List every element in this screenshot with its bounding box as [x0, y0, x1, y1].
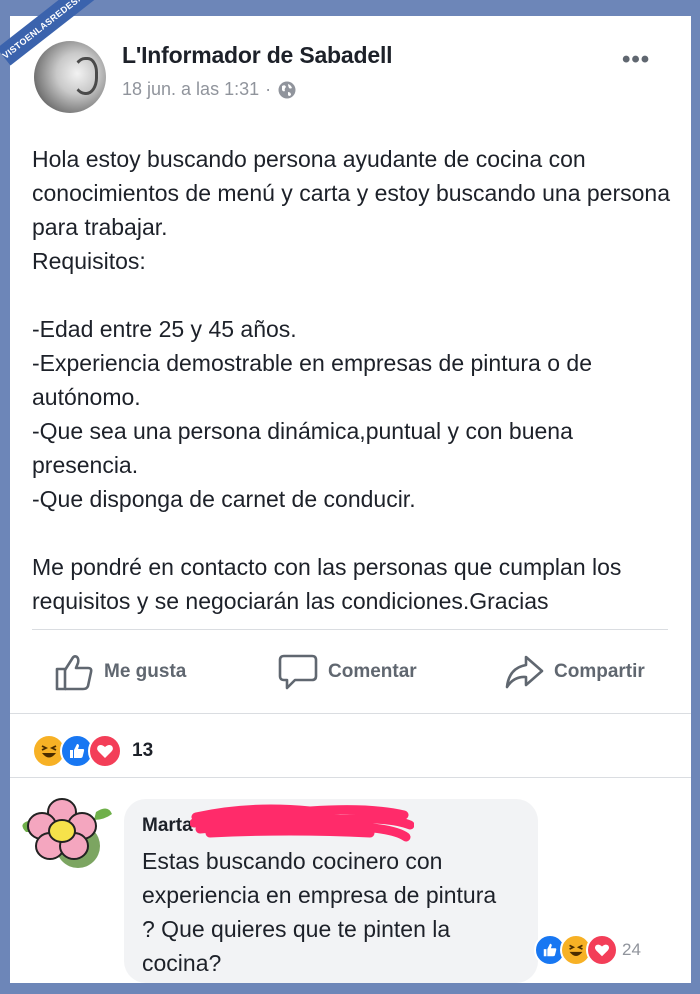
divider: [10, 777, 691, 778]
reaction-summary[interactable]: 13: [32, 734, 153, 768]
post-line: -Que disponga de carnet de conducir.: [32, 486, 416, 512]
like-button-label: Me gusta: [104, 661, 187, 682]
post-line-blank: [32, 278, 682, 312]
page-name[interactable]: L'Informador de Sabadell: [122, 42, 393, 69]
comment-text: Estas buscando cocinero con experiencia …: [142, 848, 497, 976]
post-meta: 18 jun. a las 1:31 ·: [122, 79, 297, 100]
comment-reaction-count: 24: [622, 940, 641, 959]
post-line: -Que sea una persona dinámica,puntual y …: [32, 418, 573, 478]
love-icon: [586, 934, 618, 966]
post-line: Me pondré en contacto con las personas q…: [32, 554, 622, 614]
comment-bubble-icon: [278, 654, 318, 690]
comment-author[interactable]: Marta: [142, 815, 193, 837]
comment-bubble: Marta Estas buscando cocinero con experi…: [124, 799, 538, 983]
comment-button-label: Comentar: [328, 661, 417, 682]
comment-button[interactable]: Comentar: [278, 646, 417, 698]
share-button-label: Compartir: [554, 661, 645, 682]
post-line-blank: [32, 516, 682, 550]
flower-avatar[interactable]: [16, 794, 112, 872]
post-body: Hola estoy buscando persona ayudante de …: [32, 142, 682, 618]
divider: [32, 629, 668, 630]
share-button[interactable]: Compartir: [504, 646, 645, 698]
post-line: Hola estoy buscando persona ayudante de …: [32, 146, 670, 240]
action-bar: Me gusta Comentar Compartir: [10, 646, 691, 702]
more-options-icon[interactable]: •••: [622, 46, 650, 74]
love-icon: [88, 734, 122, 768]
post-line: -Experiencia demostrable en empresas de …: [32, 350, 592, 410]
post-line: -Edad entre 25 y 45 años.: [32, 316, 297, 342]
thumbs-up-icon: [55, 655, 93, 691]
avatar-ear-graphic: [72, 57, 98, 95]
like-button[interactable]: Me gusta: [54, 646, 186, 698]
meta-separator: ·: [265, 79, 272, 99]
post-timestamp[interactable]: 18 jun. a las 1:31: [122, 79, 259, 100]
post-card: L'Informador de Sabadell 18 jun. a las 1…: [10, 16, 691, 983]
page-avatar[interactable]: [34, 41, 106, 113]
divider: [10, 713, 691, 714]
post-line: Requisitos:: [32, 248, 146, 274]
share-arrow-icon: [505, 655, 544, 689]
globe-icon: [278, 81, 296, 98]
reaction-count: 13: [132, 740, 154, 761]
comment-reaction-summary[interactable]: 24: [534, 934, 641, 966]
